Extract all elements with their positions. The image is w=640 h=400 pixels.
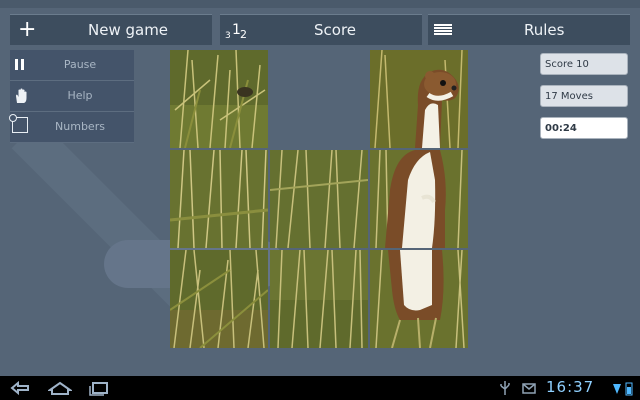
- numbers-label: Numbers: [55, 120, 105, 133]
- timer-display: 00:24: [540, 117, 628, 139]
- score-button[interactable]: 3 1 2 Score: [220, 14, 422, 45]
- svg-text:3: 3: [225, 31, 231, 41]
- help-label: Help: [67, 89, 93, 102]
- puzzle-app: + New game 3 1 2 Score Rules Pause Help …: [0, 0, 640, 376]
- mail-icon: [522, 380, 536, 400]
- wifi-icon: [612, 380, 622, 400]
- usb-icon: [498, 380, 512, 400]
- puzzle-tile[interactable]: [170, 250, 268, 348]
- numbers-button[interactable]: Numbers: [9, 112, 134, 143]
- back-icon[interactable]: [10, 380, 32, 400]
- system-clock: 16:37: [546, 378, 595, 396]
- puzzle-tile[interactable]: [170, 150, 268, 248]
- top-strip: [0, 0, 640, 8]
- help-button[interactable]: Help: [10, 81, 134, 112]
- battery-icon: [624, 380, 634, 400]
- puzzle-tile[interactable]: [270, 250, 368, 348]
- rules-label: Rules: [524, 21, 565, 39]
- recent-apps-icon[interactable]: [88, 380, 110, 400]
- numbers-order-icon: 3 1 2: [224, 21, 248, 45]
- pause-button[interactable]: Pause: [10, 50, 134, 81]
- puzzle-tile[interactable]: [370, 50, 468, 148]
- new-game-label: New game: [88, 21, 169, 39]
- plus-icon: +: [18, 17, 37, 42]
- moves-counter: 17 Moves: [540, 85, 628, 107]
- svg-text:2: 2: [240, 28, 247, 41]
- puzzle-tile[interactable]: [370, 250, 468, 348]
- pause-label: Pause: [63, 58, 97, 71]
- score-label: Score: [314, 21, 357, 39]
- puzzle-tile[interactable]: [270, 150, 368, 248]
- empty-slot: [270, 50, 368, 148]
- score-display: Score 10: [540, 53, 628, 75]
- list-lines-icon: [434, 24, 452, 36]
- puzzle-tile[interactable]: [370, 150, 468, 248]
- home-icon[interactable]: [46, 380, 74, 400]
- new-game-button[interactable]: + New game: [10, 14, 212, 45]
- puzzle-tile[interactable]: [170, 50, 268, 148]
- puzzle-board: [170, 50, 470, 350]
- rules-button[interactable]: Rules: [428, 14, 630, 45]
- system-bar: 16:37: [0, 376, 640, 400]
